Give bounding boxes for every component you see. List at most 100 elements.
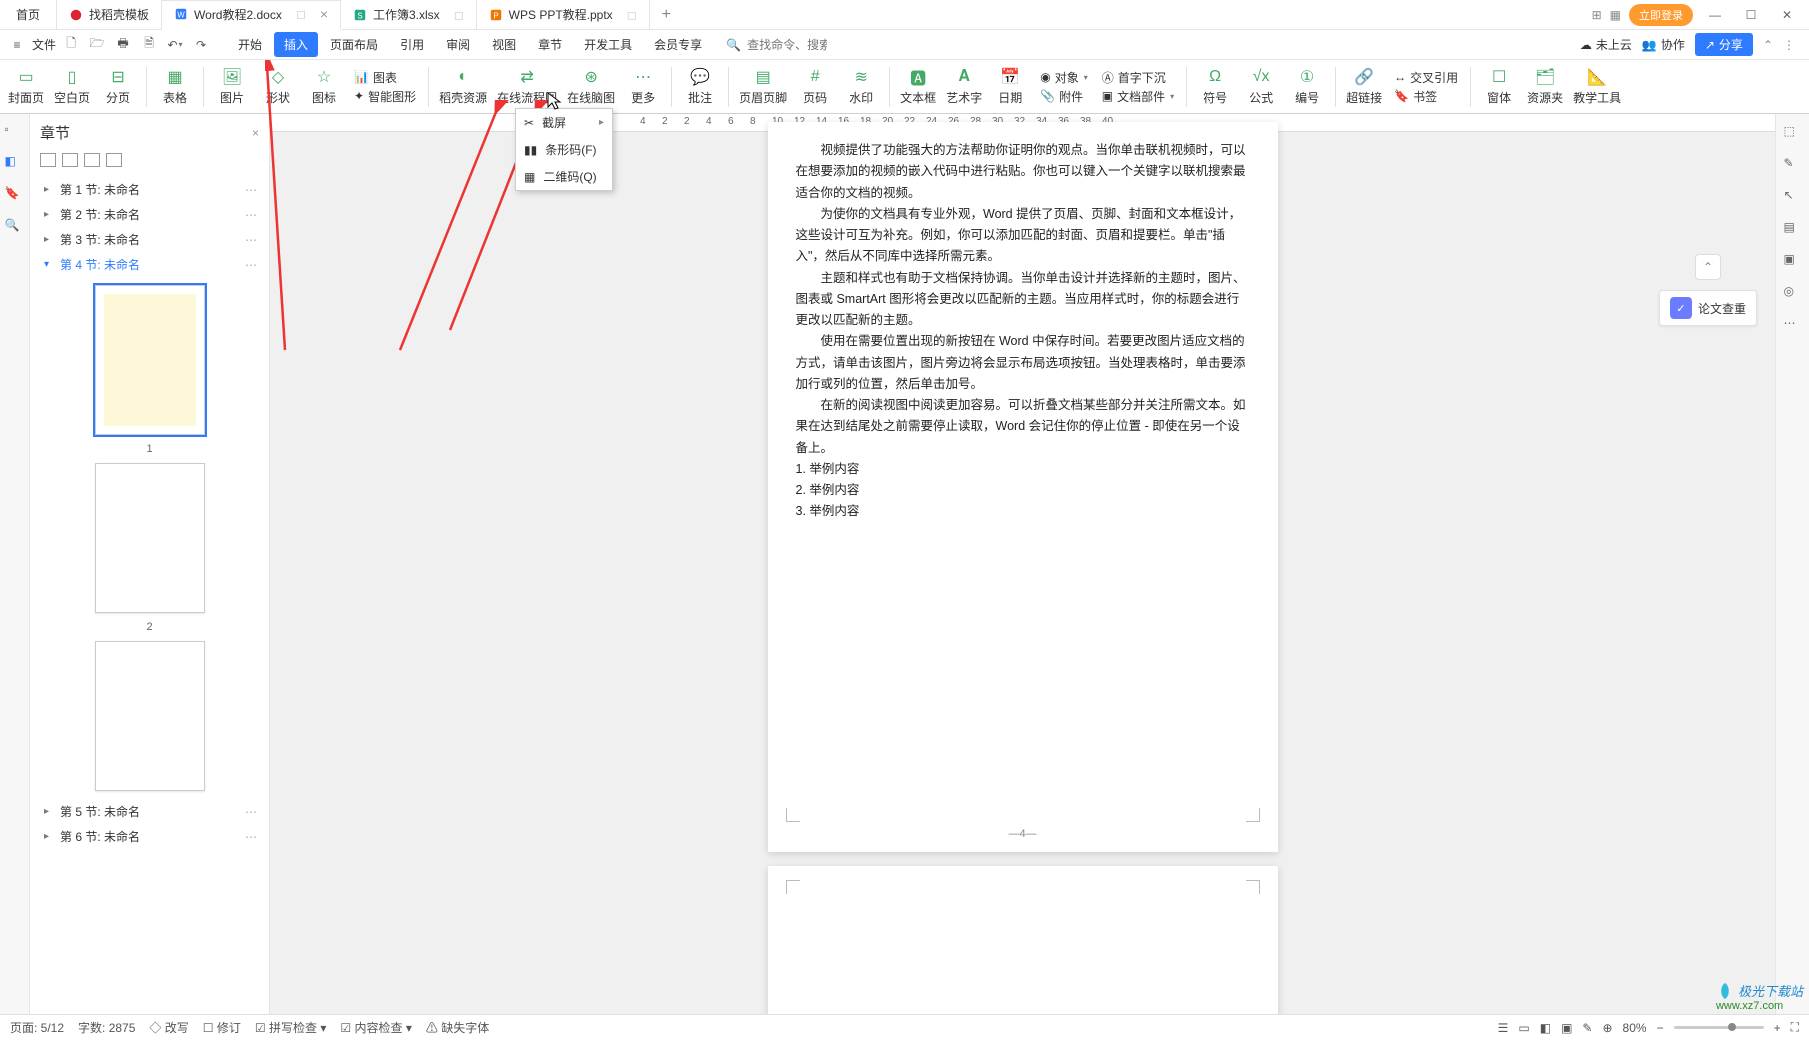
sp-tool4[interactable] [106, 153, 122, 167]
search-area[interactable]: 🔍 [726, 38, 827, 52]
open-icon[interactable]: 🗁 [86, 34, 108, 56]
rb-textbox[interactable]: 🅰文本框 [896, 62, 940, 112]
rb-watermark[interactable]: ≋水印 [839, 62, 883, 112]
section-item-6[interactable]: ▸第 6 节: 未命名⋯ [30, 824, 269, 849]
section-item-5[interactable]: ▸第 5 节: 未命名⋯ [30, 799, 269, 824]
section-item-4[interactable]: ▾第 4 节: 未命名⋯ [30, 252, 269, 277]
rb-equation[interactable]: √x公式 [1239, 62, 1283, 112]
rb-chart[interactable]: 📊图表 [354, 69, 416, 86]
tab-start[interactable]: 开始 [228, 32, 272, 57]
tab-section[interactable]: 章节 [528, 32, 572, 57]
rb-crossref[interactable]: ↔交叉引用 [1394, 69, 1458, 86]
collapse-ribbon-icon[interactable]: ⌃ [1763, 38, 1773, 52]
popup-screenshot[interactable]: ✂截屏▸ [516, 109, 612, 136]
rb-more-icon[interactable]: ⋯ [1784, 316, 1802, 334]
zoom-label[interactable]: 80% [1623, 1021, 1647, 1035]
rb-daoke[interactable]: ◐稻壳资源 [435, 62, 491, 112]
outline-nav-icon[interactable]: ◧ [5, 154, 25, 174]
tab-view[interactable]: 视图 [482, 32, 526, 57]
rb-cover[interactable]: ▭封面页 [4, 62, 48, 112]
maximize-icon[interactable]: ☐ [1737, 1, 1765, 29]
status-words[interactable]: 字数: 2875 [78, 1019, 135, 1036]
rb-iconlib[interactable]: ☆图标 [302, 62, 346, 112]
section-item-2[interactable]: ▸第 2 节: 未命名⋯ [30, 202, 269, 227]
rb-resources[interactable]: 🗂资源夹 [1523, 62, 1567, 112]
rb-headerfooter[interactable]: ▤页眉页脚 [735, 62, 791, 112]
search-nav-icon[interactable]: 🔍 [5, 218, 25, 238]
sp-tool2[interactable] [62, 153, 78, 167]
fullscreen-icon[interactable]: ⛶ [1791, 1020, 1799, 1035]
rb-more[interactable]: ⋯更多 [621, 62, 665, 112]
rb-picture[interactable]: 🖼图片 [210, 62, 254, 112]
view-mode-1-icon[interactable]: ☰ [1498, 1021, 1509, 1035]
popup-qrcode[interactable]: ▦二维码(Q) [516, 163, 612, 190]
rb-pagebreak[interactable]: ⊟分页 [96, 62, 140, 112]
thumb-1[interactable] [95, 285, 205, 435]
tab-home[interactable]: 首页 [0, 0, 57, 30]
rb-smartart[interactable]: ✦智能图形 [354, 88, 416, 105]
document-canvas[interactable]: 42246810121416182022242628303234363840 视… [270, 114, 1775, 1014]
close-window-icon[interactable]: ✕ [1773, 1, 1801, 29]
menu-icon[interactable]: ≡ [6, 34, 28, 56]
grid-icon[interactable]: ⊞ [1592, 8, 1602, 22]
coop-button[interactable]: 👥协作 [1642, 36, 1685, 53]
status-page[interactable]: 页面: 5/12 [10, 1019, 64, 1036]
sp-tool3[interactable] [84, 153, 100, 167]
thumb-3[interactable] [95, 641, 205, 791]
status-content[interactable]: ☑ 内容检查 ▾ [340, 1019, 411, 1036]
zoom-out-icon[interactable]: − [1657, 1021, 1664, 1035]
plagiarism-check-button[interactable]: ✓ 论文查重 [1659, 290, 1757, 326]
thumb-2[interactable] [95, 463, 205, 613]
rb-pen-icon[interactable]: ✎ [1784, 156, 1802, 174]
tab-insert[interactable]: 插入 [274, 32, 318, 57]
rb-pointer-icon[interactable]: ↖ [1784, 188, 1802, 206]
sp-tool1[interactable] [40, 153, 56, 167]
zoom-slider[interactable] [1674, 1026, 1764, 1029]
sidepanel-close-icon[interactable]: × [252, 126, 259, 140]
rb-shape[interactable]: ◇形状 [256, 62, 300, 112]
redo-icon[interactable]: ↷ [190, 34, 212, 56]
rb-flowchart[interactable]: ⇄在线流程图 [493, 62, 561, 112]
rb-object[interactable]: ◉对象▾ [1040, 69, 1088, 86]
rb-attach[interactable]: 📎附件 [1040, 88, 1088, 105]
view-mode-3-icon[interactable]: ◧ [1540, 1021, 1551, 1035]
popup-barcode[interactable]: ▮▮条形码(F) [516, 136, 612, 163]
rb-hyperlink[interactable]: 🔗超链接 [1342, 62, 1386, 112]
tab-xlsx[interactable]: S 工作簿3.xlsx ◻ [341, 0, 477, 30]
tab-member[interactable]: 会员专享 [644, 32, 712, 57]
status-font[interactable]: ⚠ 缺失字体 [426, 1019, 489, 1036]
status-spell[interactable]: ☑ 拼写检查 ▾ [255, 1019, 326, 1036]
view-mode-2-icon[interactable]: ▭ [1518, 1021, 1529, 1035]
rb-dropcap[interactable]: Ⓐ首字下沉 [1102, 69, 1174, 86]
minimize-icon[interactable]: — [1701, 1, 1729, 29]
status-trace[interactable]: ☐ 修订 [203, 1019, 241, 1036]
tab-add[interactable]: + [650, 0, 683, 30]
rb-mindmap[interactable]: ⊛在线脑图 [563, 62, 619, 112]
tab-dev[interactable]: 开发工具 [574, 32, 642, 57]
rb-blank[interactable]: ▯空白页 [50, 62, 94, 112]
view-mode-5-icon[interactable]: ✎ [1582, 1021, 1592, 1035]
rb-numbering[interactable]: ①编号 [1285, 62, 1329, 112]
rb-docparts[interactable]: ▣文档部件▾ [1102, 88, 1174, 105]
tab-daoke[interactable]: 找稻壳模板 [57, 0, 162, 30]
page-nav-icon[interactable]: ▫ [5, 122, 25, 142]
rb-teaching[interactable]: 📐教学工具 [1569, 62, 1625, 112]
preview-icon[interactable]: 🗎 [138, 34, 160, 56]
bookmark-nav-icon[interactable]: 🔖 [5, 186, 25, 206]
rb-wordart[interactable]: 𝐀艺术字 [942, 62, 986, 112]
file-menu[interactable]: 文件 [32, 36, 56, 53]
zoom-fit-icon[interactable]: ⊕ [1602, 1021, 1612, 1035]
search-input[interactable] [747, 38, 827, 52]
tab-word-doc[interactable]: W Word教程2.docx ◻ × [162, 0, 341, 30]
menu-more-icon[interactable]: ⋮ [1783, 38, 1795, 52]
print-icon[interactable]: 🖶 [112, 34, 134, 56]
rb-symbol[interactable]: Ω符号 [1193, 62, 1237, 112]
share-button[interactable]: ↗分享 [1695, 33, 1753, 56]
tab-layout[interactable]: 页面布局 [320, 32, 388, 57]
rb-location-icon[interactable]: ◎ [1784, 284, 1802, 302]
rb-date[interactable]: 📅日期 [988, 62, 1032, 112]
rb-comment[interactable]: 💬批注 [678, 62, 722, 112]
rb-forms[interactable]: ☐窗体 [1477, 62, 1521, 112]
rb-select-icon[interactable]: ⬚ [1784, 124, 1802, 142]
section-item-1[interactable]: ▸第 1 节: 未命名⋯ [30, 177, 269, 202]
